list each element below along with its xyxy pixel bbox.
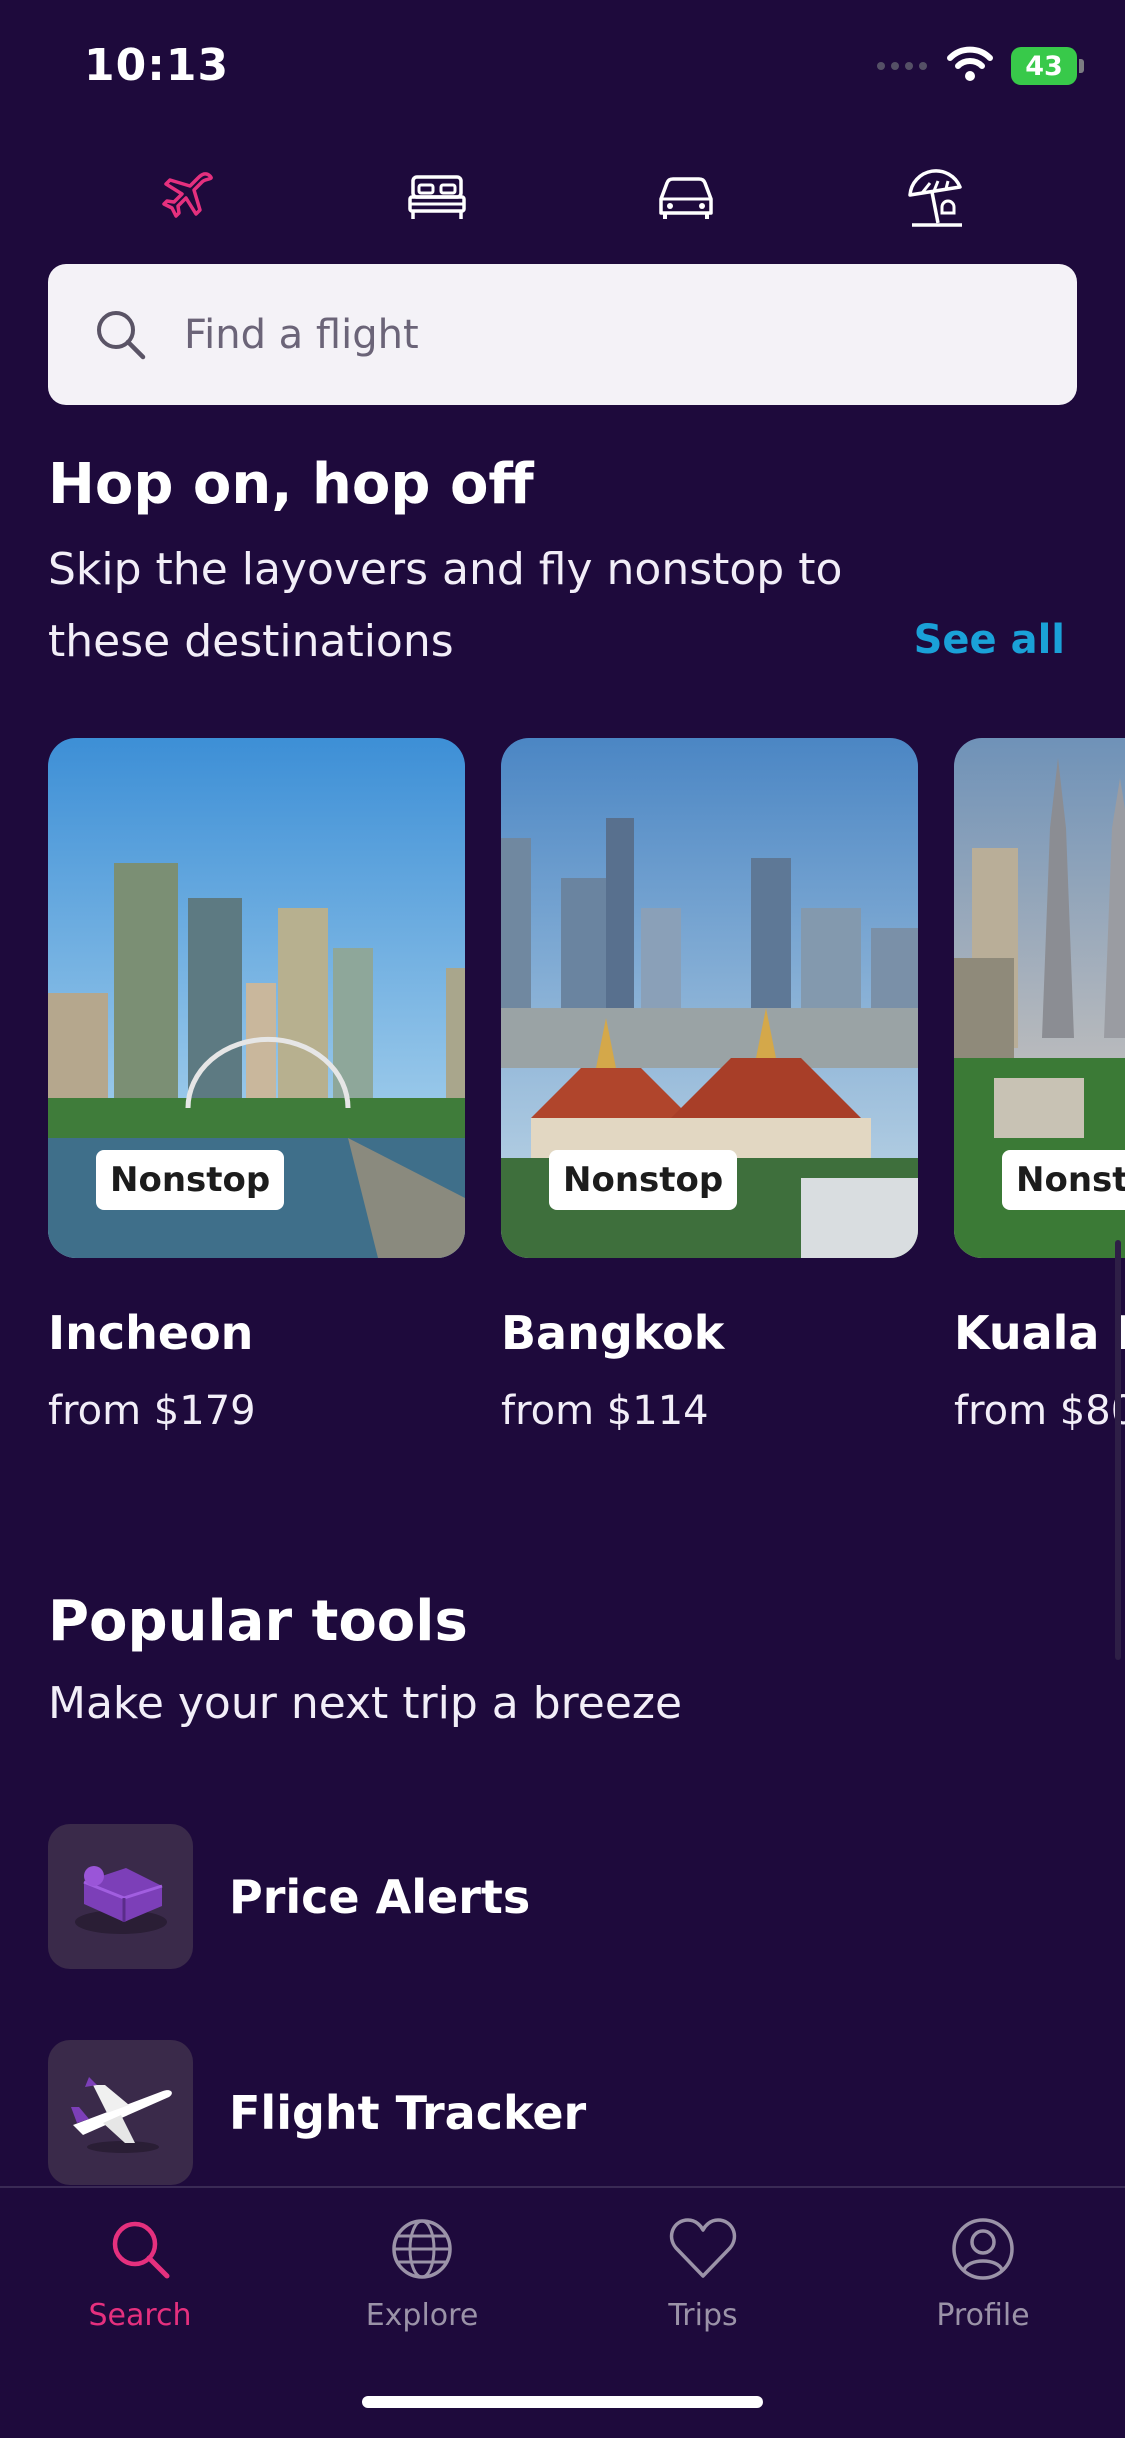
- battery-level: 43: [1025, 50, 1063, 82]
- profile-icon: [950, 2216, 1016, 2286]
- tab-hotels[interactable]: [377, 160, 497, 240]
- nav-label: Search: [88, 2298, 192, 2333]
- destination-photo: Nonstop: [48, 738, 465, 1258]
- scroll-indicator: [1115, 1240, 1121, 1660]
- tab-cars[interactable]: [626, 160, 746, 240]
- destination-card-bangkok[interactable]: Nonstop Bangkok from $114: [501, 738, 918, 1434]
- destination-city: Kuala Lu: [954, 1306, 1125, 1360]
- tab-flights[interactable]: [128, 160, 248, 240]
- see-all-link[interactable]: See all: [914, 617, 1065, 663]
- search-icon: [86, 300, 156, 370]
- destination-price: from $179: [48, 1388, 256, 1434]
- beach-umbrella-icon: [904, 167, 966, 233]
- nav-profile[interactable]: Profile: [883, 2216, 1083, 2333]
- tool-flight-tracker[interactable]: Flight Tracker: [48, 2040, 586, 2185]
- destination-city: Incheon: [48, 1306, 254, 1360]
- destination-city: Bangkok: [501, 1306, 725, 1360]
- tool-label: Flight Tracker: [229, 2085, 587, 2140]
- nav-label: Explore: [365, 2298, 479, 2333]
- destination-photo: Nonstop: [501, 738, 918, 1258]
- destination-card-kuala-lumpur[interactable]: Nonsto Kuala Lu from $80: [954, 738, 1125, 1458]
- search-bar[interactable]: Find a flight: [48, 264, 1077, 405]
- heart-icon: [668, 2216, 738, 2286]
- tab-packages[interactable]: [875, 160, 995, 240]
- nav-label: Trips: [668, 2298, 738, 2333]
- price-alert-icon: [48, 1824, 193, 1969]
- section-subtitle-line2: these destinations: [48, 616, 454, 667]
- globe-icon: [389, 2216, 455, 2286]
- search-input[interactable]: Find a flight: [184, 312, 419, 358]
- home-indicator: [362, 2396, 763, 2408]
- battery-icon: 43: [1011, 47, 1084, 85]
- section-subtitle-line1: Skip the layovers and fly nonstop to: [48, 544, 843, 595]
- nonstop-badge: Nonstop: [549, 1150, 738, 1210]
- section-title-hop-on: Hop on, hop off: [48, 452, 534, 517]
- car-icon: [655, 175, 717, 225]
- destination-price: from $80: [954, 1388, 1125, 1434]
- status-indicators: 43: [875, 44, 1084, 88]
- airplane-tracker-icon: [48, 2040, 193, 2185]
- nav-trips[interactable]: Trips: [603, 2216, 803, 2333]
- nav-label: Profile: [936, 2298, 1030, 2333]
- tool-price-alerts[interactable]: Price Alerts: [48, 1824, 530, 1969]
- nav-search[interactable]: Search: [40, 2216, 240, 2333]
- signal-icon: [875, 57, 929, 76]
- search-icon: [107, 2216, 173, 2286]
- section-title-popular-tools: Popular tools: [48, 1589, 468, 1654]
- nav-explore[interactable]: Explore: [322, 2216, 522, 2333]
- destination-card-incheon[interactable]: Nonstop Incheon from $179: [48, 738, 465, 1434]
- destination-photo: Nonsto: [954, 738, 1125, 1258]
- nonstop-badge: Nonstop: [96, 1150, 285, 1210]
- destination-price: from $114: [501, 1388, 709, 1434]
- status-time: 10:13: [84, 40, 230, 91]
- nonstop-badge: Nonsto: [1002, 1150, 1125, 1210]
- wifi-icon: [947, 46, 993, 86]
- tool-label: Price Alerts: [229, 1869, 531, 1924]
- section-subtitle-tools: Make your next trip a breeze: [48, 1678, 683, 1729]
- bed-icon: [407, 173, 467, 227]
- airplane-icon: [158, 168, 218, 232]
